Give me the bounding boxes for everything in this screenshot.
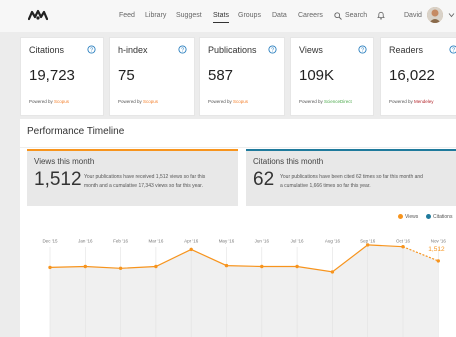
citations-panel-value: 62 (253, 169, 275, 190)
card-title: Citations (29, 45, 65, 55)
x-tick-label: Oct '16 (396, 239, 411, 244)
views-this-month-panel[interactable]: Views this month 1,512 Your publications… (27, 149, 238, 206)
views-data-point (48, 265, 52, 270)
x-tick-label: Jan '16 (78, 239, 93, 244)
x-tick-label: Dec '15 (42, 239, 58, 244)
card-value: 109K (299, 67, 335, 84)
svg-text:?: ? (452, 47, 455, 53)
card-value: 16,022 (389, 67, 435, 84)
accent-bar (246, 149, 456, 151)
chart-area-fill (50, 244, 439, 337)
performance-timeline-chart: Dec '15 Jan '16 Feb '16 Mar '16 Apr '16 May '… (42, 239, 447, 337)
legend-views[interactable]: Views (398, 214, 418, 220)
card-value: 75 (118, 67, 135, 84)
readers-card[interactable]: Readers ? 16,022 Powered by Mendeley (380, 37, 456, 116)
citations-this-month-panel[interactable]: Citations this month 62 Your publication… (246, 149, 456, 206)
card-value: 587 (208, 67, 234, 84)
info-icon[interactable]: ? (87, 45, 96, 54)
card-title: h-index (118, 45, 148, 55)
performance-title: Performance Timeline (27, 126, 125, 137)
citations-card[interactable]: Citations ? 19,723 Powered by Scopus (20, 37, 104, 116)
views-legend-dot-icon (398, 214, 403, 220)
source-link[interactable]: ScienceDirect (324, 99, 352, 104)
views-data-point (224, 263, 229, 268)
x-tick-label: Sep '16 (360, 239, 376, 244)
powered-by-text: Powered by Mendeley (389, 99, 434, 104)
views-data-point (295, 264, 299, 269)
citations-panel-description: Your publications have been cited 62 tim… (280, 174, 423, 189)
powered-by-text: Powered by Scopus (208, 99, 249, 104)
card-title: Views (299, 45, 323, 55)
views-card[interactable]: Views ? 109K Powered by ScienceDirect (290, 37, 374, 116)
nav-item-careers[interactable]: Careers (298, 0, 323, 32)
svg-text:?: ? (271, 47, 274, 53)
citations-panel-title: Citations this month (253, 157, 324, 166)
info-icon[interactable]: ? (178, 45, 187, 54)
top-navigation: Feed Library Suggest Stats Groups Data C… (0, 0, 456, 32)
views-data-point (189, 247, 193, 252)
x-tick-label: Jul '16 (291, 239, 304, 244)
x-tick-label: Nov '16 (431, 239, 447, 244)
source-link[interactable]: Scopus (143, 99, 158, 104)
accent-bar (27, 149, 238, 151)
info-icon[interactable]: ? (449, 45, 456, 54)
nav-item-groups[interactable]: Groups (238, 0, 261, 32)
publications-card[interactable]: Publications ? 587 Powered by Scopus (199, 37, 285, 116)
svg-text:?: ? (90, 47, 93, 53)
views-data-point (366, 243, 370, 247)
nav-item-data[interactable]: Data (272, 0, 287, 32)
views-data-point (83, 264, 87, 269)
views-data-point (154, 264, 158, 269)
card-title: Readers (389, 45, 424, 55)
x-tick-label: Feb '16 (113, 239, 128, 244)
card-value: 19,723 (29, 67, 75, 84)
search-label[interactable]: Search (345, 0, 367, 32)
svg-text:?: ? (181, 47, 184, 53)
views-data-point (436, 259, 440, 263)
source-link[interactable]: Scopus (233, 99, 248, 104)
x-tick-label: Mar '16 (148, 239, 163, 244)
x-tick-label: May '16 (219, 239, 235, 244)
views-data-point (260, 264, 264, 269)
user-name[interactable]: David (404, 0, 422, 32)
source-link[interactable]: Mendeley (414, 99, 434, 104)
divider (20, 147, 456, 148)
nav-item-feed[interactable]: Feed (119, 0, 135, 32)
nav-item-library[interactable]: Library (145, 0, 166, 32)
bell-icon[interactable] (377, 11, 385, 20)
nav-item-stats[interactable]: Stats (213, 10, 229, 23)
x-tick-label: Apr '16 (184, 239, 199, 244)
info-icon[interactable]: ? (268, 45, 277, 54)
h-index-card[interactable]: h-index ? 75 Powered by Scopus (109, 37, 195, 116)
x-tick-label: Jun '16 (255, 239, 270, 244)
views-panel-title: Views this month (34, 157, 95, 166)
powered-by-text: Powered by ScienceDirect (299, 99, 352, 104)
search-icon[interactable] (334, 12, 342, 20)
source-link[interactable]: Scopus (54, 99, 69, 104)
citations-legend-dot-icon (426, 214, 431, 220)
avatar[interactable] (427, 7, 443, 23)
last-value-label: 1,512 (428, 246, 445, 253)
nav-item-suggest[interactable]: Suggest (176, 0, 202, 32)
powered-by-text: Powered by Scopus (29, 99, 70, 104)
x-tick-label: Aug '16 (325, 239, 341, 244)
svg-text:?: ? (361, 47, 364, 53)
views-panel-description: Your publications have received 1,512 vi… (84, 174, 206, 189)
info-icon[interactable]: ? (358, 45, 367, 54)
views-data-point (118, 266, 123, 270)
chevron-down-icon[interactable] (448, 12, 455, 18)
powered-by-text: Powered by Scopus (118, 99, 159, 104)
legend-citations[interactable]: Citations (426, 214, 452, 220)
mendeley-logo-icon[interactable] (28, 9, 48, 21)
card-title: Publications (208, 45, 257, 55)
views-data-point (401, 245, 405, 249)
views-panel-value: 1,512 (34, 169, 82, 190)
views-data-point (330, 270, 335, 274)
